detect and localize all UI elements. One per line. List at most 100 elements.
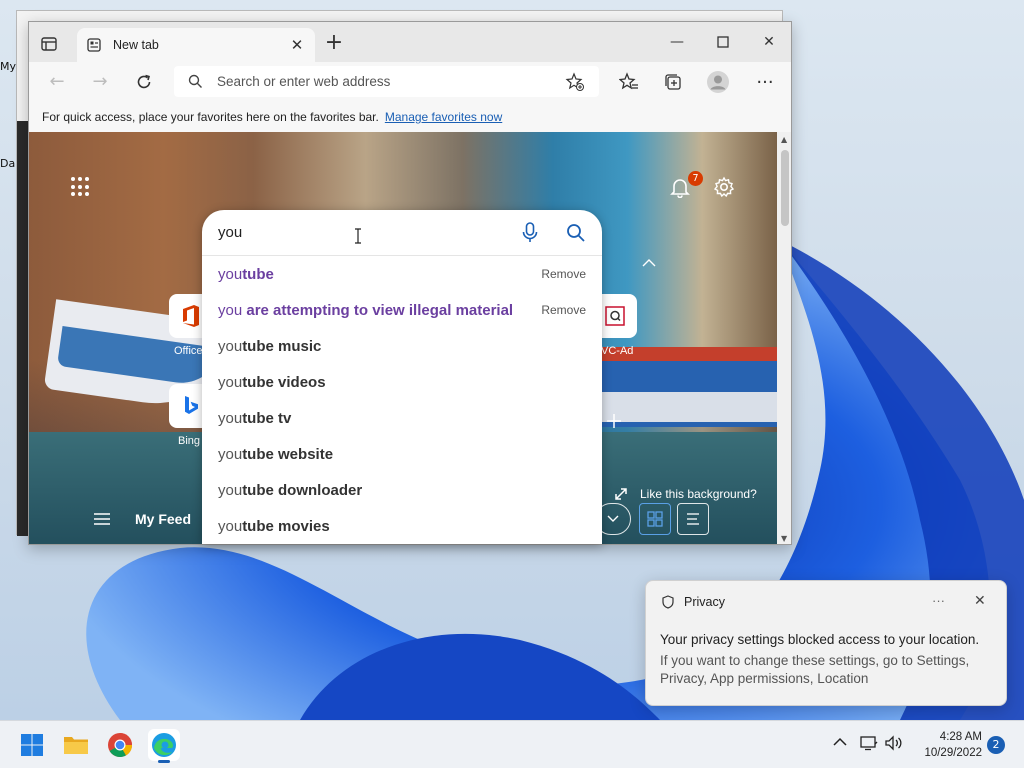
folder-icon bbox=[64, 737, 88, 754]
suggestion-completion-text: tube tv bbox=[242, 409, 292, 427]
app-launcher-icon[interactable] bbox=[71, 177, 91, 197]
search-suggestion[interactable]: you tube downloader bbox=[202, 472, 602, 508]
like-background-label: Like this background? bbox=[640, 487, 757, 501]
search-suggestion[interactable]: you are attempting to view illegal mater… bbox=[202, 292, 602, 328]
navigation-toolbar: ← → Search or enter web address ··· bbox=[29, 62, 791, 102]
favorites-bar: For quick access, place your favorites h… bbox=[29, 102, 791, 132]
address-placeholder: Search or enter web address bbox=[217, 74, 391, 89]
list-icon bbox=[687, 513, 699, 525]
favorites-icon[interactable] bbox=[616, 69, 642, 95]
minimize-button[interactable]: — bbox=[657, 30, 697, 54]
remove-suggestion-button[interactable]: Remove bbox=[541, 267, 586, 281]
refresh-button[interactable] bbox=[132, 70, 156, 94]
notification-more-icon[interactable]: ··· bbox=[932, 593, 945, 608]
suggestion-typed-text: you bbox=[218, 409, 243, 427]
forward-button[interactable]: → bbox=[88, 70, 112, 94]
volume-icon[interactable] bbox=[885, 735, 903, 755]
favorites-bar-message: For quick access, place your favorites h… bbox=[42, 110, 379, 124]
suggestion-completion-text: tube website bbox=[242, 445, 334, 463]
suggestion-completion-text: tube music bbox=[242, 337, 322, 355]
suggestion-typed-text: you bbox=[218, 301, 243, 319]
settings-more-icon[interactable]: ··· bbox=[752, 69, 778, 95]
quick-link-label: Bing bbox=[178, 435, 201, 447]
tab-new-tab[interactable]: New tab ✕ bbox=[77, 28, 315, 62]
privacy-notification[interactable]: Privacy ··· ✕ Your privacy settings bloc… bbox=[645, 580, 1007, 706]
suggestion-typed-text: you bbox=[218, 373, 243, 391]
tab-actions-icon[interactable] bbox=[39, 34, 59, 54]
search-suggestion[interactable]: you tube Remove bbox=[202, 256, 602, 292]
notification-message: Your privacy settings blocked access to … bbox=[660, 632, 980, 647]
suggestion-typed-text: you bbox=[218, 481, 243, 499]
search-suggestion[interactable]: you tube website bbox=[202, 436, 602, 472]
scrollbar-thumb[interactable] bbox=[781, 150, 789, 226]
maximize-button[interactable] bbox=[703, 30, 743, 54]
edge-icon bbox=[152, 733, 176, 757]
show-hidden-icons-icon[interactable] bbox=[833, 735, 847, 751]
add-quick-link-icon[interactable] bbox=[599, 406, 629, 436]
quick-link-label: VC-Ad bbox=[601, 345, 634, 357]
search-suggestion[interactable]: you tube movies bbox=[202, 508, 602, 544]
suggestion-completion-text: tube downloader bbox=[242, 481, 363, 499]
page-scrollbar[interactable]: ▲ ▼ bbox=[777, 132, 791, 544]
back-button[interactable]: ← bbox=[45, 70, 69, 94]
network-icon[interactable] bbox=[860, 735, 878, 755]
tab-title: New tab bbox=[113, 38, 159, 52]
chrome-icon bbox=[108, 733, 132, 758]
suggestion-typed-text: you bbox=[218, 337, 243, 355]
suggestion-typed-text: you bbox=[218, 265, 243, 283]
close-window-button[interactable]: ✕ bbox=[749, 30, 789, 54]
tab-close-icon[interactable]: ✕ bbox=[289, 36, 305, 54]
microphone-icon[interactable] bbox=[522, 221, 538, 244]
clock[interactable]: 4:28 AM 10/29/2022 bbox=[912, 729, 982, 761]
windows-logo-icon bbox=[21, 734, 43, 756]
search-suggestion[interactable]: you tube music bbox=[202, 328, 602, 364]
shield-icon bbox=[662, 595, 674, 609]
like-background-link[interactable]: Like this background? bbox=[614, 487, 757, 501]
start-button[interactable] bbox=[16, 729, 48, 761]
suggestion-typed-text: you bbox=[218, 517, 243, 535]
suggestion-typed-text: you bbox=[218, 445, 243, 463]
add-favorite-icon[interactable] bbox=[565, 71, 585, 92]
clock-time: 4:28 AM bbox=[939, 731, 982, 743]
search-input-value[interactable]: you bbox=[218, 224, 522, 241]
file-explorer-button[interactable] bbox=[60, 729, 92, 761]
suggestion-completion-text: are attempting to view illegal material bbox=[242, 301, 514, 319]
address-bar[interactable]: Search or enter web address bbox=[174, 66, 599, 97]
remove-suggestion-button[interactable]: Remove bbox=[541, 303, 586, 317]
search-submit-icon[interactable] bbox=[566, 223, 586, 243]
my-feed-label: My Feed bbox=[135, 511, 192, 527]
notification-close-icon[interactable]: ✕ bbox=[974, 592, 986, 609]
page-settings-gear-icon[interactable] bbox=[709, 172, 739, 202]
notification-center-badge[interactable]: 2 bbox=[987, 736, 1005, 754]
notification-count-badge: 7 bbox=[688, 171, 703, 186]
text-cursor-icon bbox=[355, 228, 361, 244]
profile-avatar[interactable] bbox=[705, 69, 731, 95]
search-suggestion[interactable]: you tube tv bbox=[202, 400, 602, 436]
hamburger-menu-icon[interactable] bbox=[93, 512, 111, 526]
grid-layout-button[interactable] bbox=[639, 503, 671, 535]
collections-icon[interactable] bbox=[660, 69, 686, 95]
my-feed-header[interactable]: My Feed bbox=[93, 507, 191, 531]
grid-icon bbox=[647, 511, 663, 527]
bing-icon bbox=[185, 396, 198, 414]
edge-button[interactable] bbox=[148, 729, 180, 763]
search-suggestion[interactable]: you tube videos bbox=[202, 364, 602, 400]
suggestion-completion-text: tube videos bbox=[242, 373, 326, 391]
quick-link-label: Office bbox=[174, 345, 203, 357]
clock-date: 10/29/2022 bbox=[924, 747, 982, 759]
taskbar: 4:28 AM 10/29/2022 2 bbox=[0, 720, 1024, 768]
suggestion-list: you tube Remove you are attempting to view … bbox=[202, 256, 602, 544]
suggestion-completion-text: tube bbox=[242, 265, 274, 283]
new-tab-button[interactable]: + bbox=[323, 32, 345, 55]
list-layout-button[interactable] bbox=[677, 503, 709, 535]
notification-title: Privacy bbox=[684, 595, 725, 609]
suggestion-completion-text: tube movies bbox=[242, 517, 330, 535]
manage-favorites-link[interactable]: Manage favorites now bbox=[385, 110, 502, 124]
chrome-button[interactable] bbox=[104, 729, 136, 761]
notification-detail: If you want to change these settings, go… bbox=[660, 653, 970, 686]
search-input[interactable]: you bbox=[202, 210, 602, 256]
search-dropdown: you you tube Remove you are attempting to v… bbox=[202, 210, 602, 544]
vc-ad-icon bbox=[605, 306, 625, 326]
office-icon bbox=[183, 305, 199, 327]
collapse-chevron-icon[interactable] bbox=[634, 248, 664, 278]
